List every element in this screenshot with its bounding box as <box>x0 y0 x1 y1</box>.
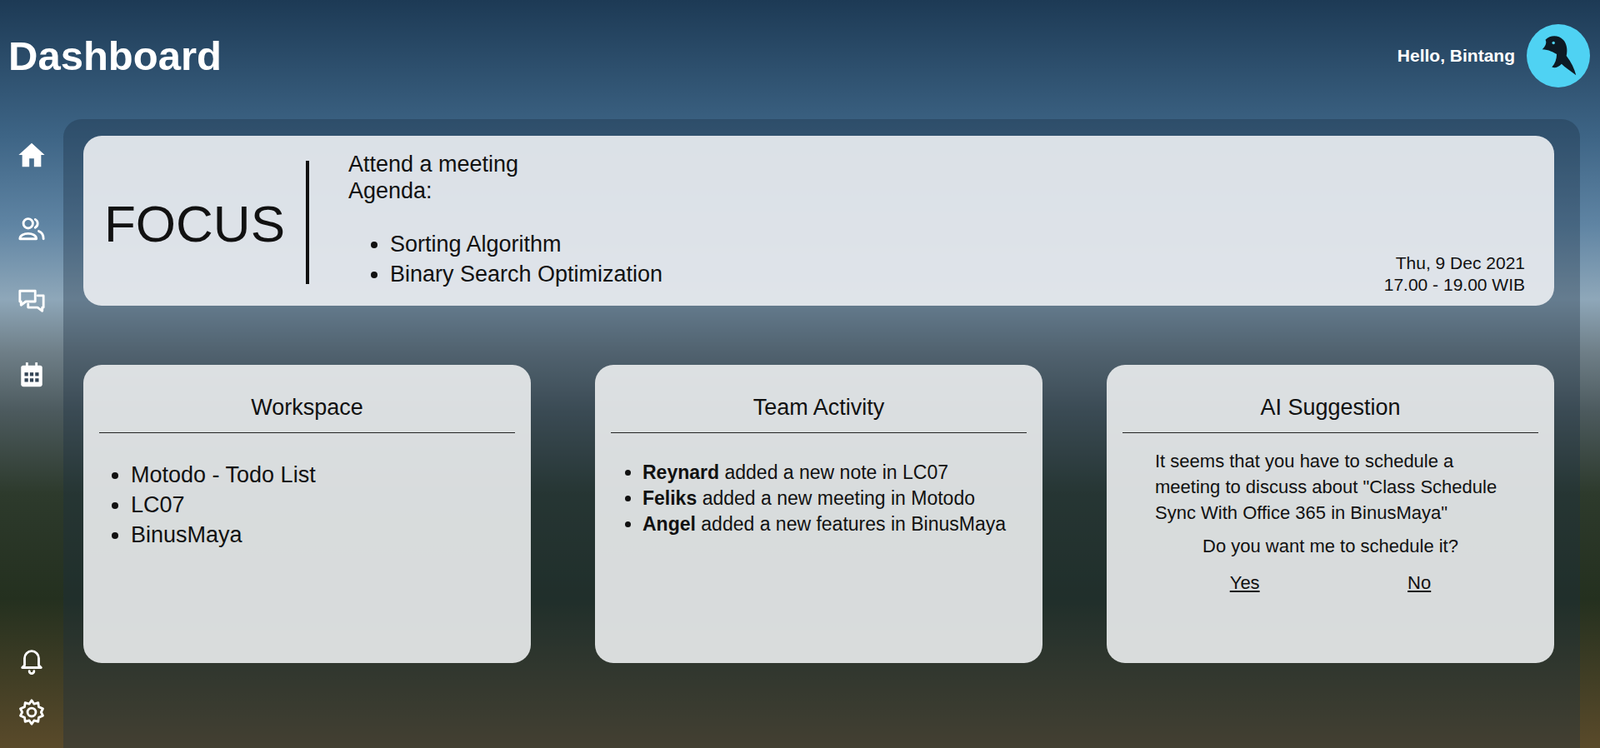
chat-icon[interactable] <box>17 287 46 316</box>
suggestion-button[interactable]: No <box>1407 572 1431 595</box>
sidebar <box>0 119 64 748</box>
workspace-card: Workspace Motodo - Todo ListLC07BinusMaya <box>83 365 531 664</box>
workspace-item[interactable]: BinusMaya <box>130 520 515 550</box>
bird-avatar-icon <box>1534 31 1583 80</box>
activity-user: Reynard <box>642 461 720 484</box>
activity-item: Reynardadded a new note in LC07 <box>642 460 1027 486</box>
ai-suggestion-card: AI SuggestionIt seems that you have to s… <box>1106 365 1555 664</box>
top-bar: Dashboard Hello, Bintang <box>0 0 1600 120</box>
suggestion-question: Do you want me to schedule it? <box>1122 525 1539 558</box>
agenda-label: Agenda: <box>348 177 1385 205</box>
workspace-item[interactable]: LC07 <box>130 490 515 520</box>
dashboard-panel: FOCUS Attend a meetingAgenda: Sorting Algo… <box>63 119 1580 748</box>
agenda-item: Sorting Algorithm <box>390 229 1385 260</box>
card-row: Workspace Motodo - Todo ListLC07BinusMaya… <box>83 365 1555 664</box>
workspace-item[interactable]: Motodo - Todo List <box>130 460 515 490</box>
greeting: Hello, Bintang <box>1397 45 1515 66</box>
activity-list: Reynardadded a new note in LC07Feliksadd… <box>610 460 1027 538</box>
sidebar-bottom <box>17 646 46 727</box>
suggestion-button[interactable]: Yes <box>1230 572 1260 595</box>
home-icon[interactable] <box>17 140 46 170</box>
workspace-list: Motodo - Todo ListLC07BinusMaya <box>99 460 515 550</box>
avatar[interactable] <box>1526 24 1590 88</box>
bell-icon[interactable] <box>17 646 46 675</box>
calendar-icon[interactable] <box>17 360 46 390</box>
focus-title: Attend a meeting <box>348 150 1385 178</box>
activity-user: Feliks <box>642 487 697 510</box>
activity-action: added a new note in LC07 <box>724 461 949 484</box>
focus-card[interactable]: FOCUS Attend a meetingAgenda: Sorting Algo… <box>83 135 1555 306</box>
card-title: AI Suggestion <box>1122 365 1539 434</box>
page-title: Dashboard <box>8 32 222 88</box>
activity-action: added a new meeting in Motodo <box>702 487 975 510</box>
suggestion-buttons: Yes No <box>1122 557 1539 595</box>
agenda-item: Binary Search Optimization <box>390 259 1385 290</box>
focus-time: 17.00 - 19.00 WIB <box>1384 274 1525 296</box>
card-title: Team Activity <box>610 365 1027 434</box>
focus-date: Thu, 9 Dec 2021 <box>1384 252 1525 275</box>
users-icon[interactable] <box>17 214 46 243</box>
activity-user: Angel <box>642 513 696 535</box>
main-area: FOCUS Attend a meetingAgenda: Sorting Algo… <box>0 119 1600 748</box>
user-info[interactable]: Hello, Bintang <box>1397 24 1590 96</box>
focus-schedule: Thu, 9 Dec 202117.00 - 19.00 WIB <box>1384 252 1525 296</box>
suggestion-message: It seems that you have to schedule a mee… <box>1122 433 1539 526</box>
team-activity-card: Team Activity Reynardadded a new note in … <box>595 365 1043 664</box>
gear-icon[interactable] <box>17 698 46 727</box>
agenda-list: Sorting AlgorithmBinary Search Optimizat… <box>348 229 1385 290</box>
focus-label: FOCUS <box>104 150 306 296</box>
activity-item: Angeladded a new features in BinusMaya <box>642 511 1027 538</box>
activity-item: Feliksadded a new meeting in Motodo <box>642 485 1027 512</box>
card-title: Workspace <box>99 365 515 434</box>
activity-action: added a new features in BinusMaya <box>700 513 1006 535</box>
focus-divider <box>305 160 310 285</box>
focus-details: Attend a meetingAgenda: Sorting Algorithm… <box>309 150 1385 296</box>
sidebar-top <box>17 140 46 390</box>
